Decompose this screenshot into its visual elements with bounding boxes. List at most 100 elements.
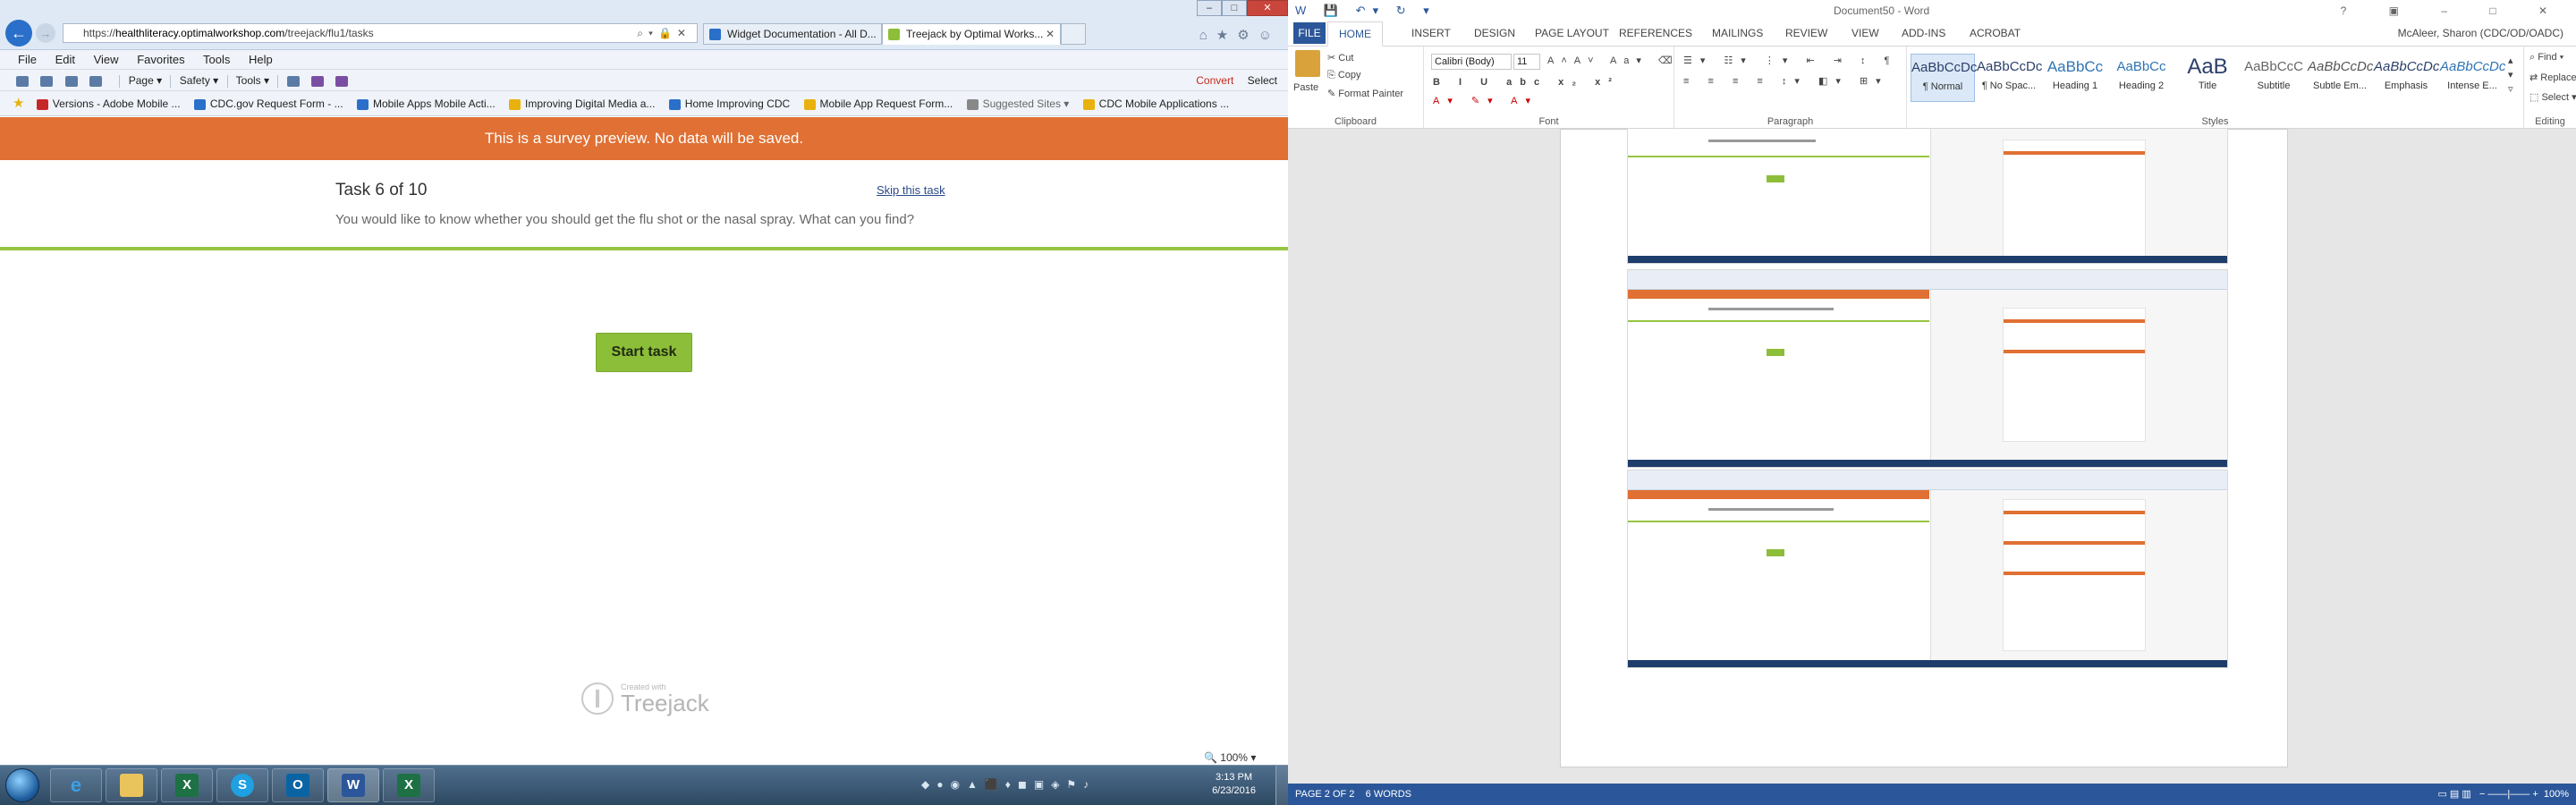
taskbar-word[interactable]: W: [327, 768, 379, 802]
style-title[interactable]: AaB Title: [2175, 54, 2240, 102]
pasted-screenshot[interactable]: [1627, 470, 2228, 668]
pasted-screenshot[interactable]: [1627, 269, 2228, 468]
tab-home[interactable]: HOME: [1327, 21, 1383, 47]
window-controls[interactable]: ? ▣ – □ ✕: [2341, 0, 2567, 21]
skip-task-link[interactable]: Skip this task: [877, 183, 945, 197]
font-color-icon[interactable]: A▾ ✎▾ A▾: [1433, 95, 1538, 106]
replace-button[interactable]: ⇄ Replace: [2529, 72, 2576, 83]
tab-add-ins[interactable]: ADD-INS: [1902, 21, 1945, 45]
tray-icons[interactable]: ◆●◉▲⬛♦◼▣◈⚑♪: [921, 778, 1096, 791]
page-menu[interactable]: Page ▾: [129, 74, 162, 87]
style-subtle-emphasis[interactable]: AaBbCcDc Subtle Em...: [2308, 54, 2373, 102]
style-intense-emphasis[interactable]: AaBbCcDc Intense E...: [2440, 54, 2505, 102]
home-favorites-settings-icon[interactable]: ⌂★⚙☺: [1199, 27, 1281, 43]
favorites-star-icon[interactable]: ★: [13, 96, 24, 111]
favorite-link[interactable]: CDC.gov Request Form - ...: [193, 91, 343, 115]
style-heading-2[interactable]: AaBbCc Heading 2: [2109, 54, 2174, 102]
menu-tools[interactable]: Tools: [203, 53, 230, 66]
start-button[interactable]: [5, 768, 39, 802]
print-icon[interactable]: [89, 75, 103, 87]
menu-edit[interactable]: Edit: [55, 53, 75, 66]
favorite-link[interactable]: Mobile Apps Mobile Acti...: [356, 91, 496, 115]
bold-italic-underline-icon[interactable]: B I U abc x₂ x²: [1433, 77, 1620, 88]
minimize-button[interactable]: –: [1197, 0, 1222, 16]
font-grow-shrink-icon[interactable]: A˄A˅ Aa▾ ⌫: [1547, 55, 1680, 66]
favorite-link[interactable]: Versions - Adobe Mobile ...: [36, 91, 181, 115]
safety-menu[interactable]: Safety ▾: [180, 74, 218, 87]
paste-icon[interactable]: [1295, 50, 1320, 77]
back-button[interactable]: ←: [5, 20, 32, 47]
taskbar-skype[interactable]: S: [216, 768, 268, 802]
find-button[interactable]: ⌕ Find ▾: [2529, 52, 2563, 64]
quick-access-toolbar[interactable]: W 💾 ↶▾ ↻ ▾: [1295, 0, 1436, 21]
addon-icon[interactable]: [311, 75, 325, 87]
menu-file[interactable]: File: [18, 53, 37, 66]
menu-view[interactable]: View: [94, 53, 119, 66]
tab-mailings[interactable]: MAILINGS: [1712, 21, 1763, 45]
style-subtitle[interactable]: AaBbCcC Subtitle: [2241, 54, 2306, 102]
style-emphasis[interactable]: AaBbCcDc Emphasis: [2374, 54, 2439, 102]
select-button[interactable]: Select: [1248, 74, 1277, 87]
tab-treejack[interactable]: Treejack by Optimal Works... ✕: [882, 23, 1061, 45]
user-name[interactable]: McAleer, Sharon (CDC/OD/OADC): [2398, 21, 2563, 45]
address-tools-icon[interactable]: ⌕▾🔒✕: [637, 24, 691, 42]
pasted-screenshot[interactable]: [1627, 129, 2228, 264]
status-zoom[interactable]: ▭ ▤ ▥ − ——|—— + 100%: [2437, 784, 2569, 805]
show-desktop-button[interactable]: [1275, 766, 1288, 805]
close-tab-icon[interactable]: ✕: [1046, 24, 1055, 44]
add-favorites-icon[interactable]: [16, 75, 29, 87]
taskbar-excel-2[interactable]: X: [383, 768, 435, 802]
page-count[interactable]: PAGE 2 OF 2: [1295, 789, 1354, 800]
tab-review[interactable]: REVIEW: [1785, 21, 1827, 45]
select-button[interactable]: ⬚ Select ▾: [2529, 91, 2576, 103]
tab-acrobat[interactable]: ACROBAT: [1970, 21, 2021, 45]
document-page[interactable]: [1560, 129, 2288, 767]
tab-design[interactable]: DESIGN: [1474, 21, 1515, 45]
cut-button[interactable]: ✂ Cut: [1327, 52, 1353, 64]
alignment-icons[interactable]: ≡ ≡ ≡ ≡ ↕▾ ◧▾ ⊞▾: [1683, 75, 1889, 87]
new-tab-button[interactable]: [1061, 23, 1086, 45]
tab-references[interactable]: REFERENCES: [1619, 21, 1692, 45]
style-no-spacing[interactable]: AaBbCcDc ¶ No Spac...: [1977, 54, 2042, 102]
font-name-box[interactable]: Calibri (Body): [1431, 54, 1512, 70]
paste-button[interactable]: Paste: [1293, 82, 1318, 93]
styles-scroll-icon[interactable]: ▴ ▾ ▿: [2508, 54, 2513, 97]
document-area[interactable]: [1288, 129, 2576, 784]
forward-button[interactable]: →: [36, 23, 55, 43]
taskbar-excel[interactable]: X: [161, 768, 213, 802]
menu-favorites[interactable]: Favorites: [137, 53, 184, 66]
maximize-button[interactable]: □: [1222, 0, 1247, 16]
tab-view[interactable]: VIEW: [1852, 21, 1879, 45]
favorite-link[interactable]: CDC Mobile Applications ...: [1082, 91, 1229, 115]
mail-icon[interactable]: [64, 75, 78, 87]
clock[interactable]: 3:13 PM 6/23/2016: [1212, 771, 1256, 798]
feeds-icon[interactable]: [40, 75, 54, 87]
style-normal[interactable]: AaBbCcDc ¶ Normal: [1911, 54, 1977, 102]
favorite-link[interactable]: Improving Digital Media a...: [509, 91, 655, 115]
favorite-link[interactable]: Mobile App Request Form...: [803, 91, 953, 115]
taskbar-outlook[interactable]: O: [272, 768, 324, 802]
word-count[interactable]: 6 WORDS: [1366, 789, 1411, 800]
address-bar[interactable]: https://healthliteracy.optimalworkshop.c…: [63, 23, 698, 43]
favorite-link[interactable]: Home Improving CDC: [668, 91, 790, 115]
close-button[interactable]: ✕: [1247, 0, 1288, 16]
tab-file[interactable]: FILE: [1293, 22, 1326, 44]
convert-button[interactable]: Convert: [1196, 74, 1233, 87]
tab-insert[interactable]: INSERT: [1411, 21, 1451, 45]
menu-help[interactable]: Help: [249, 53, 273, 66]
tab-page-layout[interactable]: PAGE LAYOUT: [1535, 21, 1609, 45]
suggested-sites[interactable]: Suggested Sites ▾: [966, 91, 1069, 115]
start-task-button[interactable]: Start task: [596, 333, 692, 372]
taskbar-explorer[interactable]: [106, 768, 157, 802]
copy-button[interactable]: ⎘ Copy: [1327, 70, 1361, 81]
tab-widget-documentation[interactable]: Widget Documentation - All D...: [703, 23, 882, 45]
created-with-treejack[interactable]: Created with Treejack: [581, 682, 709, 715]
addon-icon[interactable]: [335, 75, 349, 87]
zoom-level[interactable]: 🔍 100% ▾: [1204, 751, 1256, 764]
font-size-box[interactable]: 11: [1513, 54, 1540, 70]
taskbar-ie[interactable]: e: [50, 768, 102, 802]
tools-menu[interactable]: Tools ▾: [236, 74, 269, 87]
help-icon[interactable]: [286, 75, 300, 87]
format-painter-button[interactable]: ✎ Format Painter: [1327, 88, 1403, 99]
style-heading-1[interactable]: AaBbCc Heading 1: [2043, 54, 2107, 102]
